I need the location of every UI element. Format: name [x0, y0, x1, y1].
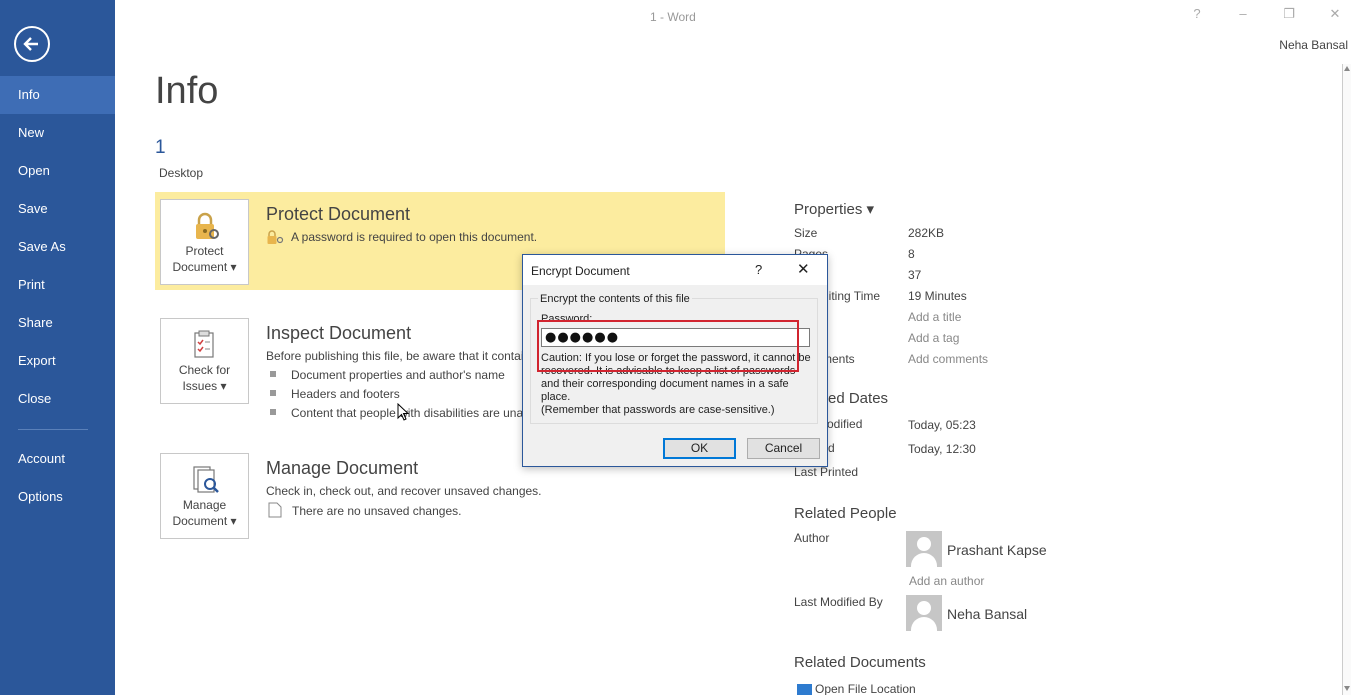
nav-save-as[interactable]: Save As: [0, 228, 115, 266]
protect-document-button[interactable]: Protect Document ▾: [160, 199, 249, 285]
document-icon: [268, 502, 282, 518]
nav-account[interactable]: Account: [0, 440, 115, 478]
back-arrow-icon: [23, 37, 38, 51]
document-name: 1: [155, 137, 166, 158]
lock-key-icon: [267, 230, 284, 244]
close-window-button[interactable]: ✕: [1325, 6, 1345, 22]
properties-heading[interactable]: Properties ▾: [794, 200, 874, 218]
inspect-bullet-item: Document properties and author's name: [291, 368, 505, 382]
manage-title: Manage Document: [266, 458, 419, 478]
nav-export[interactable]: Export: [0, 342, 115, 380]
add-tag-field[interactable]: Add a tag: [908, 331, 959, 345]
prop-value: Today, 05:23: [908, 418, 976, 432]
dialog-help-button[interactable]: ?: [755, 262, 762, 277]
minimize-button[interactable]: –: [1233, 6, 1253, 21]
bullet-icon: [270, 409, 276, 415]
manage-tile-label-2: Document ▾: [172, 514, 237, 528]
back-button[interactable]: [14, 26, 50, 62]
highlight-annotation: [537, 320, 799, 372]
prop-label: diting Time: [822, 289, 881, 303]
prop-label: Last Printed: [794, 465, 859, 479]
nav-info[interactable]: Info: [0, 76, 115, 114]
nav-save[interactable]: Save: [0, 190, 115, 228]
nav-close[interactable]: Close: [0, 380, 115, 418]
nav-divider: [18, 429, 88, 430]
prop-value: 37: [908, 268, 922, 282]
bullet-icon: [270, 371, 276, 377]
cancel-button[interactable]: Cancel: [747, 438, 820, 459]
inspect-tile-label-1: Check for: [178, 363, 231, 377]
last-modified-name[interactable]: Neha Bansal: [947, 606, 1027, 622]
author-label: Author: [794, 531, 830, 545]
protect-status: A password is required to open this docu…: [291, 230, 538, 244]
manage-document-button[interactable]: Manage Document ▾: [160, 453, 249, 539]
prop-label: d: [828, 441, 835, 455]
protect-tile-label-2: Document ▾: [172, 260, 237, 274]
inspect-document-icon: [194, 330, 214, 358]
backstage-sidebar: Info New Open Save Save As Print Share E…: [0, 0, 115, 695]
inspect-bullet-item: Headers and footers: [291, 387, 400, 401]
nav-new[interactable]: New: [0, 114, 115, 152]
nav-options[interactable]: Options: [0, 478, 115, 516]
folder-icon: [797, 684, 812, 695]
add-author-field[interactable]: Add an author: [909, 574, 984, 588]
add-comments-field[interactable]: Add comments: [908, 352, 988, 366]
prop-value: 19 Minutes: [908, 289, 967, 303]
protect-tile-label-1: Protect: [185, 244, 224, 258]
inspect-tile-label-2: Issues ▾: [182, 379, 227, 393]
nav-share[interactable]: Share: [0, 304, 115, 342]
nav-print[interactable]: Print: [0, 266, 115, 304]
check-for-issues-button[interactable]: Check for Issues ▾: [160, 318, 249, 404]
nav-open[interactable]: Open: [0, 152, 115, 190]
related-documents-heading: Related Documents: [794, 654, 926, 671]
vertical-scrollbar[interactable]: [1342, 64, 1351, 695]
avatar: [906, 595, 942, 631]
help-button[interactable]: ?: [1187, 6, 1207, 21]
inspect-title: Inspect Document: [266, 323, 412, 343]
related-dates-heading: ed Dates: [828, 390, 889, 407]
author-name[interactable]: Prashant Kapse: [947, 542, 1047, 558]
window-title: 1 - Word: [650, 10, 696, 24]
manage-status: There are no unsaved changes.: [292, 504, 462, 518]
protect-title: Protect Document: [266, 204, 411, 224]
page-title: Info: [155, 70, 219, 112]
prop-value: 282KB: [908, 226, 945, 240]
avatar: [906, 531, 942, 567]
dialog-close-button[interactable]: ✕: [797, 260, 810, 278]
inspect-description: Before publishing this file, be aware th…: [266, 349, 524, 363]
add-title-field[interactable]: Add a title: [908, 310, 961, 324]
last-modified-label: Last Modified By: [794, 595, 883, 609]
scroll-up-icon[interactable]: [1344, 66, 1350, 71]
prop-label: odified: [827, 417, 863, 431]
document-location: Desktop: [159, 166, 204, 180]
restore-button[interactable]: ❐: [1279, 6, 1299, 22]
lock-icon: [196, 212, 219, 239]
prop-label: Size: [794, 226, 818, 240]
manage-description: Check in, check out, and recover unsaved…: [266, 484, 542, 498]
caution-note: (Remember that passwords are case-sensit…: [541, 404, 775, 416]
signed-in-user[interactable]: Neha Bansal: [1279, 38, 1348, 52]
prop-value: 8: [908, 247, 915, 261]
bullet-icon: [270, 390, 276, 396]
encrypt-group-label: Encrypt the contents of this file: [538, 293, 692, 305]
manage-document-icon: [193, 466, 219, 493]
open-file-location-link[interactable]: Open File Location: [815, 682, 916, 695]
scroll-down-icon[interactable]: [1344, 686, 1350, 691]
related-people-heading: Related People: [794, 505, 897, 522]
ok-button[interactable]: OK: [663, 438, 736, 459]
prop-value: Today, 12:30: [908, 442, 976, 456]
manage-tile-label-1: Manage: [182, 498, 227, 512]
dialog-title: Encrypt Document: [531, 264, 630, 278]
mouse-pointer-icon: [397, 403, 409, 421]
